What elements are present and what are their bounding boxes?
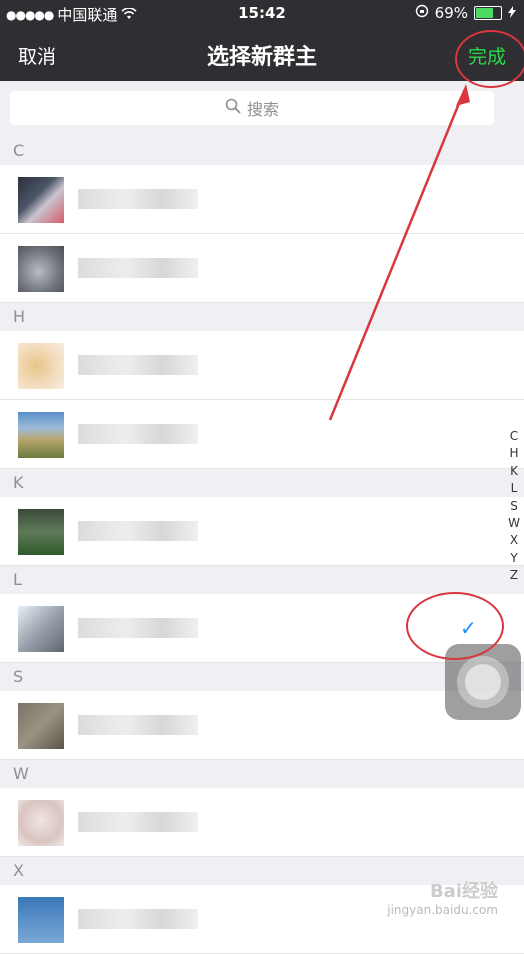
watermark: Bai经验 jingyan.baidu.com bbox=[387, 877, 498, 917]
watermark-logo: Bai经验 bbox=[429, 881, 498, 902]
watermark-url: jingyan.baidu.com bbox=[387, 903, 498, 917]
annotation-arrow-icon bbox=[328, 84, 470, 421]
